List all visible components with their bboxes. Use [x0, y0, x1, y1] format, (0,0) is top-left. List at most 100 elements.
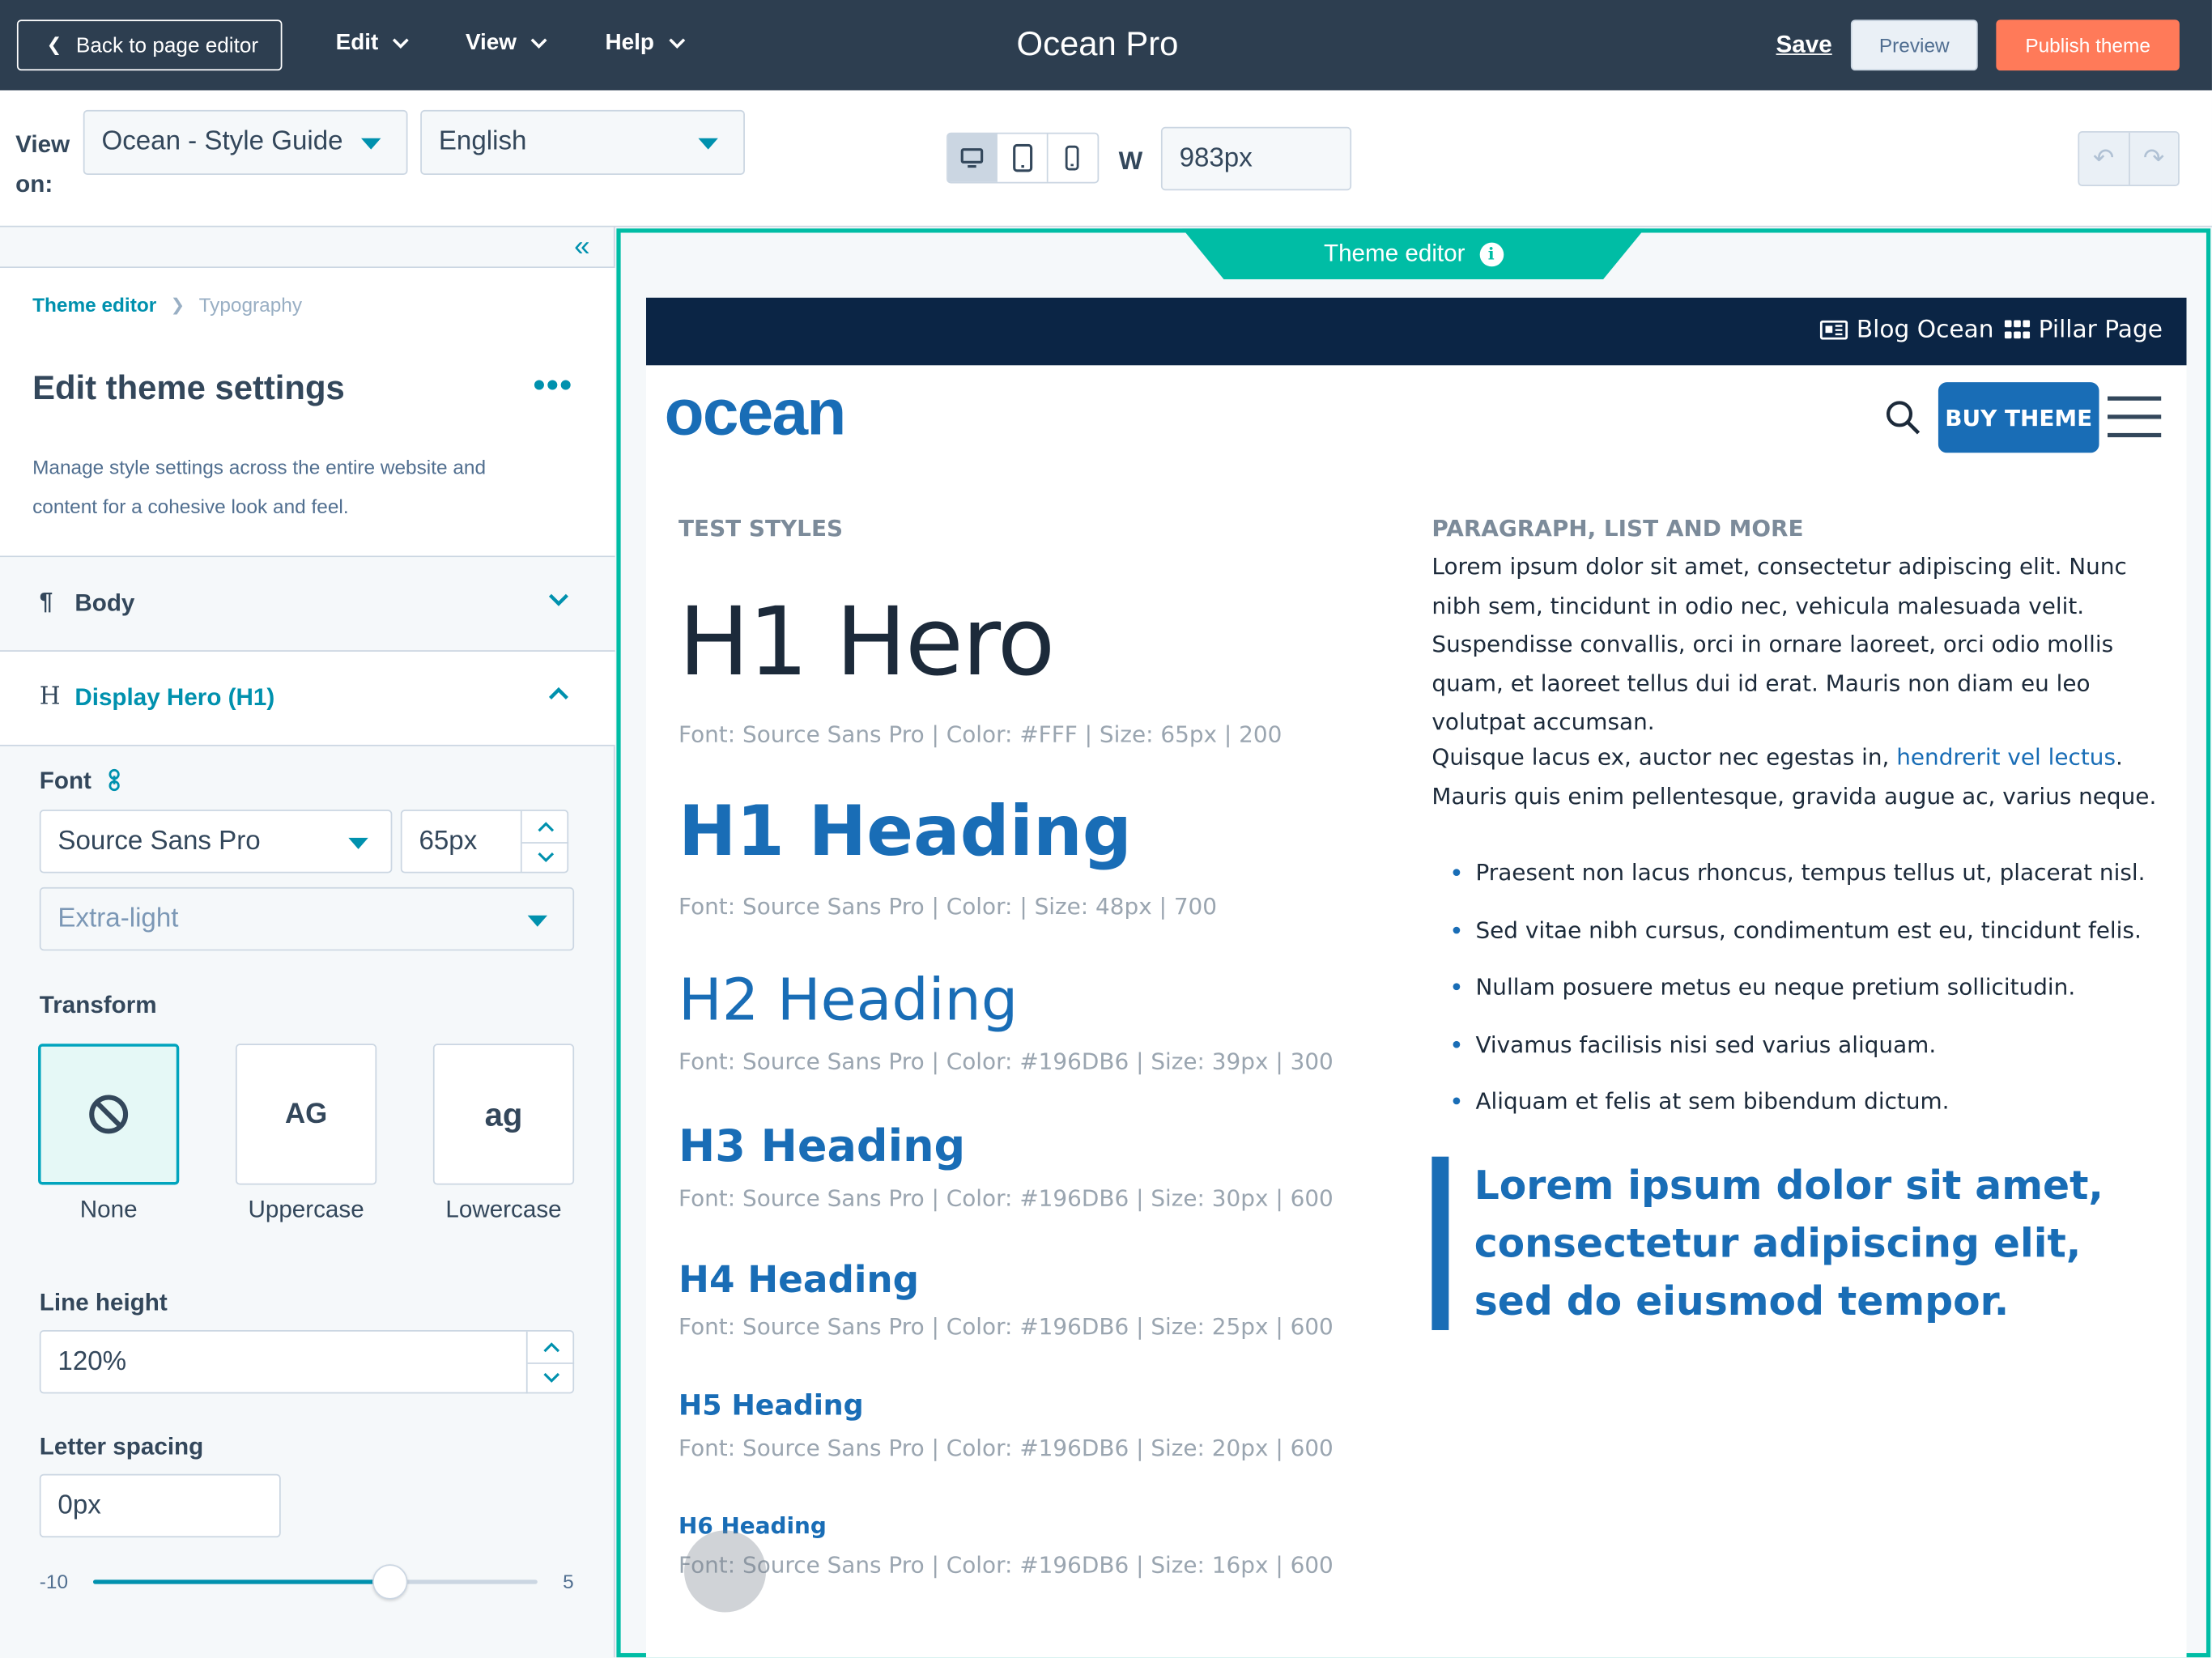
section-body[interactable]: ¶ Body: [0, 557, 615, 652]
collapse-sidebar-icon[interactable]: «: [574, 232, 589, 261]
paragraph-2-text: Quisque lacus ex, auctor nec egestas in,: [1431, 743, 1897, 771]
touch-cursor-indicator: [684, 1530, 767, 1613]
caret-down-icon: [698, 138, 718, 150]
blockquote-bar: [1431, 1156, 1449, 1330]
letter-spacing-label: Letter spacing: [39, 1433, 204, 1460]
blog-ocean-label: Blog Ocean: [1856, 316, 1994, 345]
sidebar-header: Theme editor ❯ Typography Edit theme set…: [0, 268, 615, 558]
undo-button[interactable]: ↶: [2079, 132, 2130, 185]
preview-button[interactable]: Preview: [1850, 19, 1978, 71]
blog-ocean-link[interactable]: Blog Ocean: [1819, 316, 1994, 345]
transform-label: Transform: [39, 991, 157, 1018]
decrement-button[interactable]: [528, 1363, 574, 1393]
blockquote: Lorem ipsum dolor sit amet, consectetur …: [1474, 1162, 2104, 1325]
save-button[interactable]: Save: [1776, 31, 1832, 59]
chevron-down-icon: [548, 593, 568, 606]
transform-uppercase-option[interactable]: AG: [235, 1044, 377, 1185]
paragraph-2: Quisque lacus ex, auctor nec egestas in,…: [1431, 738, 2165, 815]
h1-hero-spec: Font: Source Sans Pro | Color: #FFF | Si…: [678, 721, 1283, 748]
page-select[interactable]: Ocean - Style Guide: [83, 109, 408, 176]
h6-heading-spec: Font: Source Sans Pro | Color: #196DB6 |…: [678, 1551, 1334, 1579]
width-label: W: [1118, 147, 1143, 176]
info-icon[interactable]: i: [1478, 241, 1504, 266]
search-icon[interactable]: [1885, 399, 1921, 436]
font-label-text: Font: [39, 767, 91, 794]
letter-spacing-input[interactable]: 0px: [39, 1473, 281, 1538]
h1-heading-sample: H1 Heading: [678, 791, 1132, 872]
font-weight-select[interactable]: Extra-light: [39, 886, 575, 951]
breadcrumb-theme-editor[interactable]: Theme editor: [32, 293, 156, 316]
theme-editor-tab-label: Theme editor: [1323, 240, 1465, 267]
width-input[interactable]: 983px: [1160, 126, 1352, 191]
page-select-value: Ocean - Style Guide: [101, 126, 343, 157]
hendrerit-link[interactable]: hendrerit vel lectus: [1896, 743, 2116, 770]
site-top-bar: Blog Ocean Pillar Page: [645, 297, 2187, 366]
desktop-view-button[interactable]: [947, 134, 998, 182]
h5-heading-sample: H5 Heading: [678, 1388, 864, 1422]
pillar-page-link[interactable]: Pillar Page: [2004, 316, 2163, 345]
decrement-button[interactable]: [522, 843, 568, 873]
redo-button[interactable]: ↷: [2129, 133, 2178, 185]
font-weight-value: Extra-light: [57, 903, 179, 933]
sidebar-title: Edit theme settings: [32, 369, 345, 408]
grid-icon: [2004, 320, 2031, 339]
increment-button[interactable]: [527, 1332, 575, 1363]
font-family-value: Source Sans Pro: [57, 826, 261, 856]
section-body-label: Body: [74, 589, 135, 617]
h3-heading-spec: Font: Source Sans Pro | Color: #196DB6 |…: [678, 1184, 1334, 1212]
line-height-stepper: [525, 1331, 575, 1394]
paragraph-list-heading: PARAGRAPH, LIST AND MORE: [1431, 514, 1804, 542]
letter-spacing-slider-fill: [92, 1579, 389, 1584]
slider-min-label: -10: [39, 1570, 69, 1593]
h5-heading-spec: Font: Source Sans Pro | Color: #196DB6 |…: [678, 1434, 1334, 1462]
h6-heading-sample: H6 Heading: [678, 1511, 827, 1539]
more-options-icon[interactable]: •••: [534, 367, 573, 406]
letter-spacing-slider-thumb[interactable]: [372, 1564, 408, 1600]
h4-heading-spec: Font: Source Sans Pro | Color: #196DB6 |…: [678, 1313, 1334, 1341]
font-size-input[interactable]: 65px: [400, 810, 569, 874]
desktop-icon: [960, 148, 984, 168]
language-select[interactable]: English: [420, 109, 745, 176]
breadcrumb: Theme editor ❯ Typography: [32, 293, 302, 316]
h2-heading-sample: H2 Heading: [678, 966, 1019, 1035]
caret-down-icon: [348, 837, 368, 849]
uppercase-glyph: AG: [284, 1098, 328, 1129]
sidebar-collapse-row: «: [0, 227, 615, 269]
font-size-stepper: [520, 810, 569, 874]
list-item: Vivamus facilisis nisi sed varius aliqua…: [1453, 1025, 2159, 1082]
test-styles-heading: TEST STYLES: [678, 514, 844, 542]
chevron-down-icon: [537, 852, 554, 863]
site-logo[interactable]: ocean: [665, 374, 847, 450]
chevron-right-icon: ❯: [170, 295, 185, 315]
chevron-down-icon: [542, 1373, 559, 1384]
h1-hero-sample: H1 Hero: [678, 586, 1055, 697]
tablet-view-button[interactable]: [998, 134, 1048, 182]
font-size-value: 65px: [419, 826, 478, 856]
transform-lowercase-option[interactable]: ag: [432, 1044, 575, 1185]
buy-theme-button[interactable]: BUY THEME: [1938, 382, 2099, 453]
site-header: ocean BUY THEME: [646, 365, 2187, 472]
section-display-hero[interactable]: H Display Hero (H1): [0, 651, 615, 746]
pillar-page-label: Pillar Page: [2038, 316, 2163, 345]
transform-none-option[interactable]: [38, 1044, 180, 1185]
app-root: ❮ Back to page editor Edit View Help Oce…: [0, 0, 2212, 1658]
mobile-view-button[interactable]: [1048, 134, 1098, 182]
list-item: Sed vitae nibh cursus, condimentum est e…: [1453, 911, 2159, 968]
chevron-up-icon: [542, 1341, 559, 1352]
line-height-input[interactable]: 120%: [39, 1329, 575, 1394]
transform-uppercase-label: Uppercase: [248, 1196, 364, 1223]
link-icon[interactable]: [107, 768, 121, 792]
section-display-hero-label: Display Hero (H1): [74, 684, 275, 712]
breadcrumb-typography: Typography: [198, 293, 303, 317]
slider-max-label: 5: [563, 1570, 574, 1593]
hamburger-menu-icon[interactable]: [2107, 396, 2162, 439]
undo-redo-group: ↶ ↷: [2078, 131, 2180, 186]
increment-button[interactable]: [521, 811, 569, 844]
font-family-select[interactable]: Source Sans Pro: [39, 810, 393, 874]
language-select-value: English: [438, 126, 527, 157]
chevron-up-icon: [537, 821, 554, 831]
caret-down-icon: [361, 138, 381, 150]
publish-theme-button[interactable]: Publish theme: [1996, 19, 2180, 71]
redo-icon: ↷: [2142, 143, 2165, 172]
list-item: Aliquam et felis at sem bibendum dictum.: [1453, 1082, 2159, 1139]
